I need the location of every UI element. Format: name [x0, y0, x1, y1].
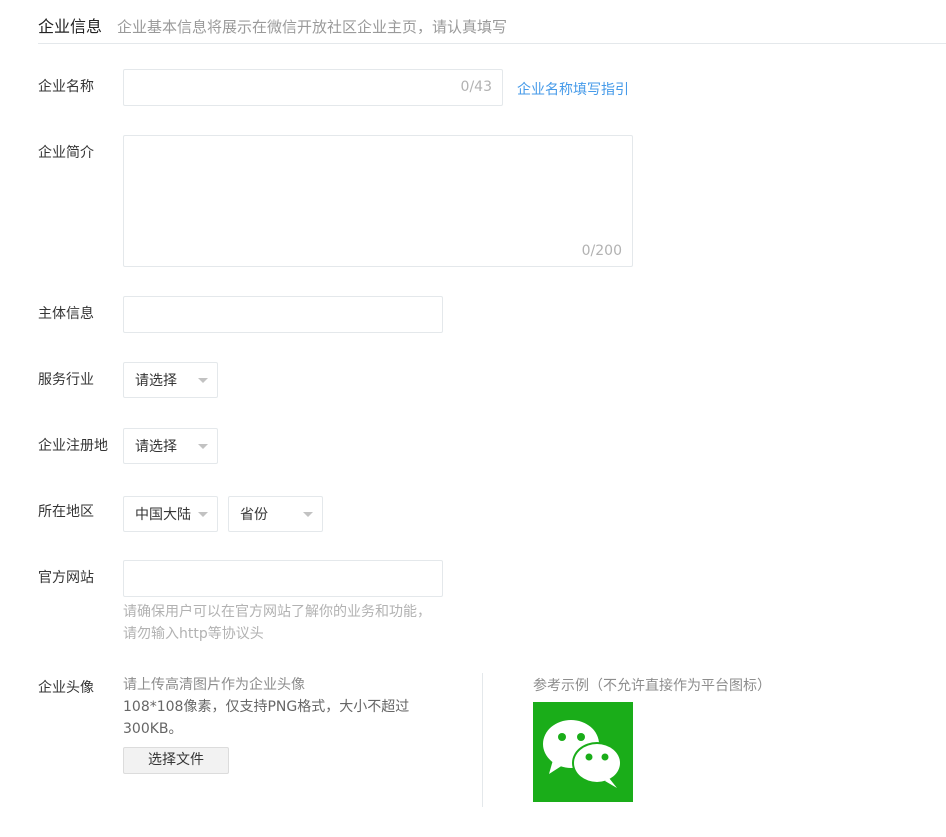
province-select[interactable]: 省份	[228, 496, 323, 532]
chevron-down-icon	[198, 512, 208, 517]
choose-file-button[interactable]: 选择文件	[123, 747, 229, 774]
registration-place-select[interactable]: 请选择	[123, 428, 218, 464]
website-hint-line2: 请勿输入http等协议头	[123, 626, 264, 642]
company-name-label: 企业名称	[38, 79, 94, 95]
wechat-icon	[543, 720, 622, 788]
header-divider	[38, 43, 946, 44]
website-hint-line1: 请确保用户可以在官方网站了解你的业务和功能，	[123, 604, 431, 620]
company-name-counter: 0/43	[460, 79, 492, 95]
section-description: 企业基本信息将展示在微信开放社区企业主页，请认真填写	[117, 18, 508, 36]
avatar-desc-line3: 300KB。	[123, 721, 183, 737]
province-select-value: 省份	[240, 507, 268, 523]
industry-select[interactable]: 请选择	[123, 362, 218, 398]
entity-info-input[interactable]	[123, 296, 443, 333]
wechat-logo-example	[533, 702, 633, 802]
company-name-guide-link[interactable]: 企业名称填写指引	[517, 79, 629, 99]
avatar-label: 企业头像	[38, 680, 94, 696]
company-intro-textarea[interactable]: 0/200	[123, 135, 633, 267]
chevron-down-icon	[303, 512, 313, 517]
registration-place-label: 企业注册地	[38, 438, 108, 454]
country-select-value: 中国大陆	[135, 507, 191, 523]
company-name-input[interactable]: 0/43	[123, 69, 503, 106]
industry-select-value: 请选择	[135, 373, 177, 389]
avatar-desc-line1: 请上传高清图片作为企业头像	[123, 677, 305, 693]
company-intro-label: 企业简介	[38, 145, 94, 161]
region-label: 所在地区	[38, 504, 94, 520]
website-label: 官方网站	[38, 570, 94, 586]
website-input[interactable]	[123, 560, 443, 597]
company-intro-counter: 0/200	[581, 243, 622, 259]
registration-place-select-value: 请选择	[135, 439, 177, 455]
avatar-desc-line2: 108*108像素，仅支持PNG格式，大小不超过	[123, 699, 410, 715]
chevron-down-icon	[198, 378, 208, 383]
country-select[interactable]: 中国大陆	[123, 496, 218, 532]
example-label: 参考示例（不允许直接作为平台图标）	[533, 678, 771, 694]
section-title: 企业信息	[38, 17, 103, 36]
industry-label: 服务行业	[38, 372, 94, 388]
vertical-divider	[482, 673, 483, 807]
entity-info-label: 主体信息	[38, 306, 94, 322]
chevron-down-icon	[198, 444, 208, 449]
